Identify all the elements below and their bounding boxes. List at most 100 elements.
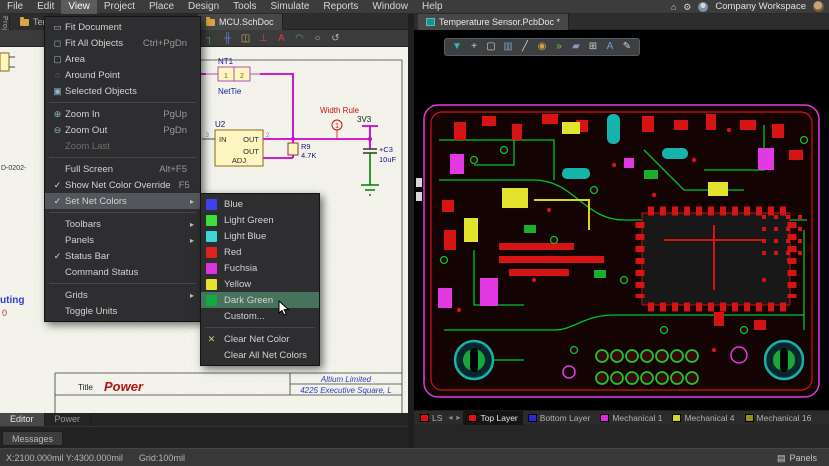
menu-item[interactable]: Full Screen Alt+F5 — [45, 161, 200, 177]
menu-item[interactable]: ◻ Fit All Objects Ctrl+PgDn — [45, 35, 200, 51]
partial-left-objects: D-0202- uting 0 — [0, 53, 27, 318]
net-color-menu-item[interactable] — [201, 324, 319, 331]
home-icon[interactable]: ⌂ — [671, 0, 676, 14]
bus-icon[interactable]: ╫ — [220, 31, 235, 46]
power-port-3v3[interactable]: 3V3 — [357, 115, 372, 124]
menu-item[interactable]: Toggle Units — [45, 303, 200, 319]
net-color-menu-item[interactable]: Yellow — [201, 276, 319, 292]
menu-item[interactable]: Zoom Last — [45, 138, 200, 154]
editor-mode-tab[interactable]: Editor — [0, 413, 45, 426]
panels-button[interactable]: ▤ Panels — [771, 451, 823, 465]
menubar-item[interactable]: Simulate — [264, 0, 317, 14]
pcb-editor-pane: Temperature Sensor.PcbDoc * — [414, 14, 829, 448]
account-avatar[interactable] — [813, 1, 824, 12]
ground-symbol[interactable] — [361, 153, 379, 195]
menu-item-label: Grids — [65, 290, 179, 301]
net-color-swatch — [206, 231, 217, 242]
menu-item[interactable]: Toolbars — [45, 216, 200, 232]
document-tab[interactable]: MCU.SchDoc — [198, 14, 283, 30]
menubar-item[interactable]: Window — [365, 0, 415, 14]
document-tab[interactable]: Temperature Sensor.PcbDoc * — [418, 14, 569, 30]
menubar-item[interactable]: Place — [142, 0, 181, 14]
settings-gear-icon[interactable]: ⚙ — [683, 0, 691, 14]
net-color-menu-item[interactable]: Blue — [201, 196, 319, 212]
menu-item[interactable]: ▭ Fit Document — [45, 19, 200, 35]
menu-item[interactable]: Show Net Color Override F5 — [45, 177, 200, 193]
board-insight-icon[interactable]: ▥ — [501, 39, 515, 55]
menu-item[interactable] — [45, 209, 200, 216]
part-icon[interactable]: ◫ — [238, 31, 253, 46]
menu-item[interactable]: Set Net Colors — [45, 193, 200, 209]
menu-item-icon — [50, 196, 65, 207]
layer-tab[interactable]: Mechanical 4 — [667, 411, 739, 425]
menu-item-label: Around Point — [65, 70, 179, 81]
menubar-item[interactable]: File — [0, 0, 30, 14]
menu-item[interactable]: Panels — [45, 232, 200, 248]
polygon-icon[interactable]: ▰ — [569, 39, 583, 55]
layer-tab[interactable]: Mechanical 16 — [740, 411, 817, 425]
menu-item[interactable]: ▣ Selected Objects — [45, 83, 200, 99]
measure-distance-icon[interactable]: ╱ — [518, 39, 532, 55]
menu-item[interactable]: ◌ Around Point — [45, 67, 200, 83]
power-port-icon[interactable]: ⊥ — [256, 31, 271, 46]
submenu-arrow-icon — [187, 220, 194, 229]
user-avatar-icon[interactable] — [698, 2, 708, 12]
nettie-symbol[interactable]: NT1 1 2 NetTie — [206, 57, 260, 96]
capacitor-symbol[interactable]: +C3 10uF — [363, 145, 397, 164]
drawing-tools-icon[interactable]: ◠ — [292, 31, 307, 46]
menubar-item[interactable]: Project — [97, 0, 142, 14]
layer-tabs: Top Layer Bottom Layer Mechanical 1 Mech… — [463, 411, 816, 425]
wire-mode-icon[interactable]: ┐ — [202, 31, 217, 46]
menu-item[interactable] — [45, 154, 200, 161]
menubar-item[interactable]: Reports — [316, 0, 365, 14]
svg-text:D-0202-: D-0202- — [1, 165, 27, 172]
net-color-menu-item[interactable]: ✕ Clear Net Color — [201, 331, 319, 347]
string-icon[interactable]: A — [603, 39, 617, 55]
layer-tab[interactable]: Bottom Layer — [523, 411, 596, 425]
menu-item[interactable] — [45, 280, 200, 287]
net-color-menu-item[interactable]: Clear All Net Colors — [201, 347, 319, 363]
pencil-icon[interactable]: ✎ — [620, 39, 634, 55]
via-icon[interactable]: ◉ — [535, 39, 549, 55]
menu-item-label: Clear Net Color — [224, 334, 313, 345]
select-area-icon[interactable]: ▢ — [484, 39, 498, 55]
menu-item[interactable]: ▢ Area — [45, 51, 200, 67]
menu-item[interactable]: Grids — [45, 287, 200, 303]
menu-item[interactable]: ⊕ Zoom In PgUp — [45, 106, 200, 122]
layer-scroll-prev-icon[interactable]: ◂ — [447, 413, 453, 422]
net-color-menu-item[interactable]: Light Blue — [201, 228, 319, 244]
menu-item[interactable]: Status Bar — [45, 248, 200, 264]
regulator-symbol[interactable]: U2 IN OUT OUT ADJ 3 2 — [202, 120, 270, 166]
grid-icon[interactable]: ⊞ — [586, 39, 600, 55]
workspace-label[interactable]: Company Workspace — [715, 1, 806, 12]
mounting-hole-right — [765, 341, 803, 379]
circle-tool-icon[interactable]: ○ — [310, 31, 325, 46]
menu-item[interactable] — [45, 99, 200, 106]
text-string-icon[interactable]: A — [274, 31, 289, 46]
menu-item[interactable]: ⊖ Zoom Out PgDn — [45, 122, 200, 138]
messages-panel-tab[interactable]: Messages — [2, 431, 63, 446]
net-color-menu-item[interactable]: Red — [201, 244, 319, 260]
editor-mode-tab[interactable]: Power — [45, 413, 92, 426]
net-color-menu-item[interactable]: Fuchsia — [201, 260, 319, 276]
add-object-icon[interactable]: + — [467, 39, 481, 55]
menubar-item[interactable]: View — [61, 0, 97, 14]
net-color-menu-item[interactable]: Light Green — [201, 212, 319, 228]
net-color-menu-item[interactable]: Custom... — [201, 308, 319, 324]
filter-icon[interactable]: ▼ — [450, 39, 464, 55]
menubar-item[interactable]: Help — [415, 0, 450, 14]
menu-item[interactable]: Command Status — [45, 264, 200, 280]
route-icon[interactable]: » — [552, 39, 566, 55]
layer-tab[interactable]: Top Layer — [463, 411, 522, 425]
pcb-canvas[interactable] — [414, 30, 829, 410]
net-color-menu-item[interactable]: Dark Green — [201, 292, 319, 308]
layer-tab[interactable]: Mechanical 1 — [595, 411, 667, 425]
width-rule-directive[interactable]: Width Rule 1 — [320, 106, 360, 139]
layer-scroll-next-icon[interactable]: ▸ — [455, 413, 461, 422]
layer-set-selector[interactable]: LS — [417, 413, 445, 423]
menubar-item[interactable]: Edit — [30, 0, 61, 14]
menubar-item[interactable]: Tools — [226, 0, 263, 14]
menu-item-label: Dark Green — [224, 295, 313, 306]
refresh-icon[interactable]: ↺ — [328, 31, 343, 46]
menubar-item[interactable]: Design — [181, 0, 226, 14]
